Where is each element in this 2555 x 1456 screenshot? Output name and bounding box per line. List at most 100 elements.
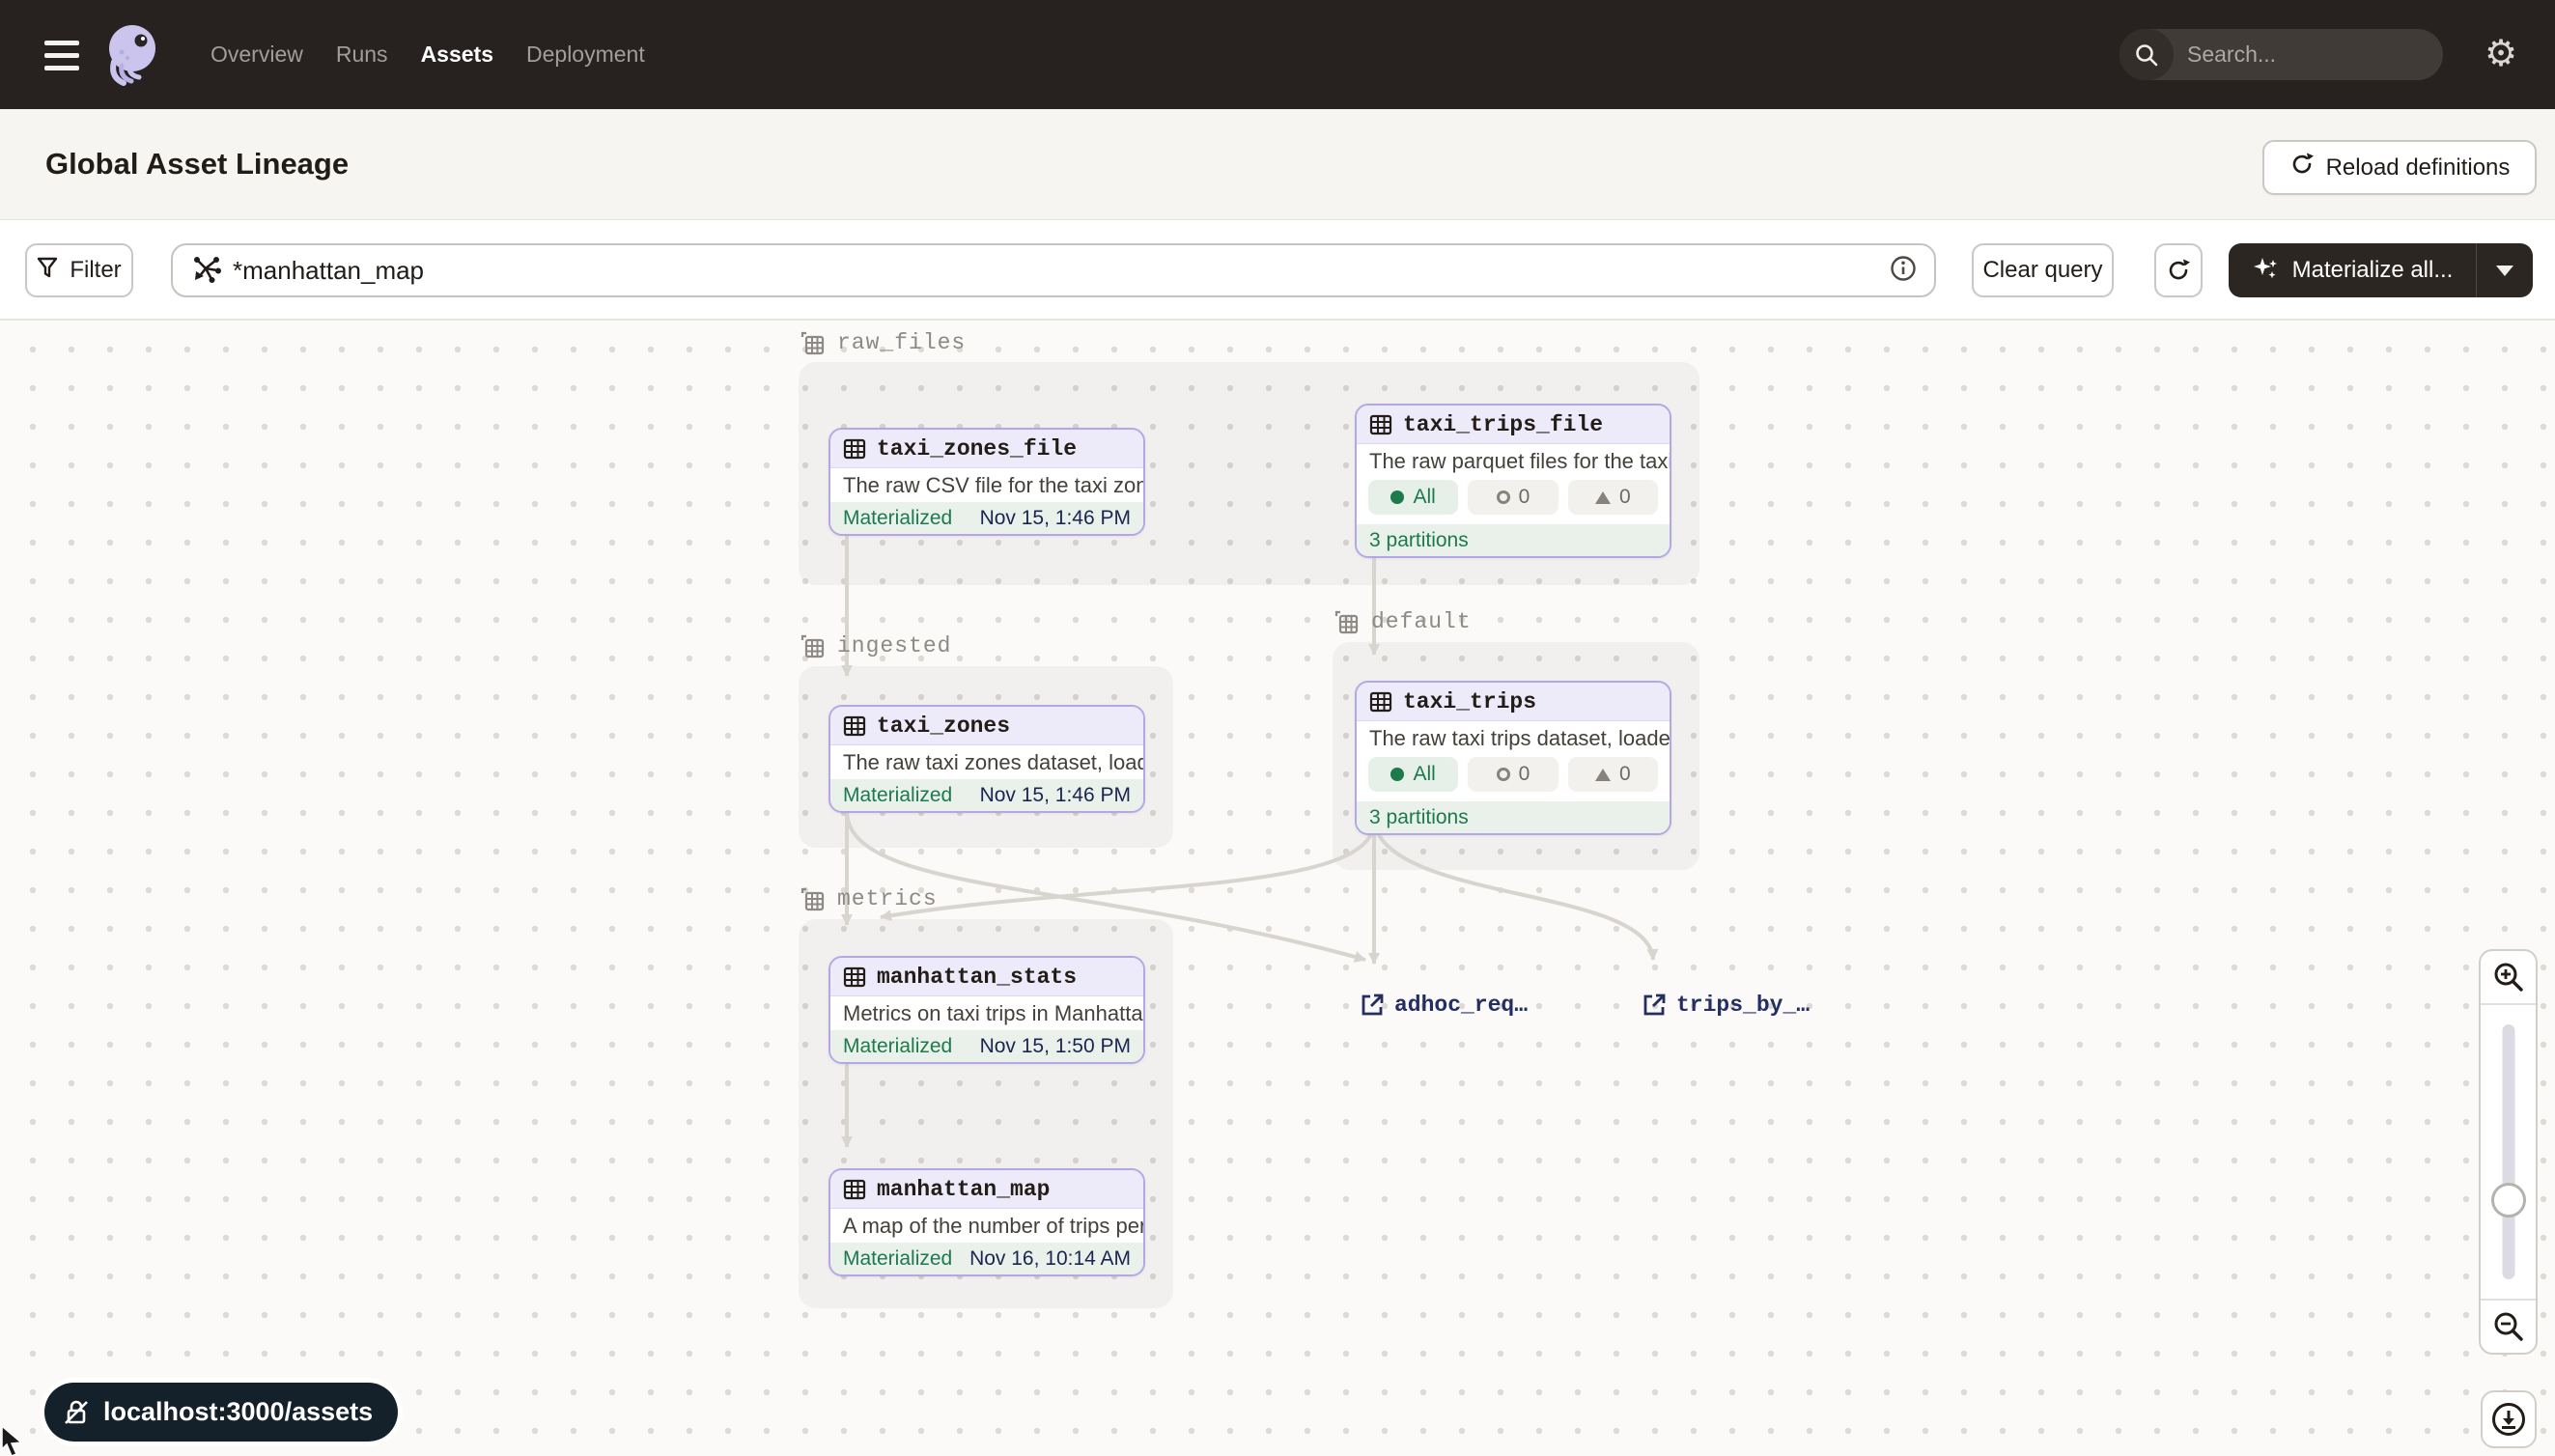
- partitions-failed-badge[interactable]: 0: [1568, 480, 1658, 515]
- table-icon: [843, 714, 866, 738]
- refresh-query-button[interactable]: [2154, 243, 2203, 297]
- dagster-global-asset-lineage: Overview Runs Assets Deployment / ⚙ Glob…: [0, 0, 2555, 1456]
- sparkle-icon: [2252, 256, 2281, 285]
- asset-description: The raw parquet files for the taxi trips…: [1357, 444, 1670, 478]
- group-label-default[interactable]: default: [1333, 605, 1472, 638]
- zoom-controls: [2479, 949, 2538, 1355]
- asset-node-taxi-trips-file[interactable]: taxi_trips_file The raw parquet files fo…: [1355, 404, 1671, 558]
- table-icon: [843, 437, 866, 461]
- asset-status-bar: Materialized Nov 16, 10:14 AM: [830, 1243, 1143, 1274]
- external-link-icon: [1642, 993, 1667, 1018]
- asset-description: The raw taxi trips dataset, loaded into …: [1357, 721, 1670, 755]
- download-icon: [2490, 1401, 2527, 1438]
- nav-links: Overview Runs Assets Deployment: [211, 0, 645, 109]
- external-asset-trips-by-week[interactable]: trips_by_…: [1642, 993, 1810, 1018]
- materialize-all-button[interactable]: Materialize all...: [2229, 243, 2533, 297]
- browser-status-bar: localhost:3000/assets: [44, 1383, 398, 1442]
- asset-node-taxi-zones-file[interactable]: taxi_zones_file The raw CSV file for the…: [828, 428, 1145, 536]
- external-asset-label: adhoc_req…: [1394, 993, 1528, 1018]
- materialize-options-caret[interactable]: [2477, 243, 2533, 297]
- triangle-icon: [1595, 491, 1611, 504]
- top-nav: Overview Runs Assets Deployment / ⚙: [0, 0, 2555, 109]
- partitions-missing-badge[interactable]: 0: [1468, 480, 1558, 515]
- clear-query-label: Clear query: [1982, 257, 2102, 284]
- partitions-materialized-badge[interactable]: All: [1368, 757, 1458, 792]
- page-title: Global Asset Lineage: [45, 147, 349, 182]
- circle-outline-icon: [1497, 768, 1510, 781]
- table-icon: [1369, 690, 1392, 714]
- nav-item-assets[interactable]: Assets: [421, 42, 493, 68]
- materialize-all-main[interactable]: Materialize all...: [2229, 243, 2476, 297]
- asset-node-manhattan-stats[interactable]: manhattan_stats Metrics on taxi trips in…: [828, 956, 1145, 1064]
- partitions-materialized-badge[interactable]: All: [1368, 480, 1458, 515]
- asset-status-bar: Materialized Nov 15, 1:46 PM: [830, 779, 1143, 811]
- filter-button[interactable]: Filter: [25, 243, 133, 297]
- table-icon: [843, 1178, 866, 1201]
- lineage-toolbar: Filter *manhattan_map: [0, 220, 2555, 321]
- asset-group-icon: [799, 632, 826, 659]
- external-asset-adhoc-request[interactable]: adhoc_req…: [1360, 993, 1528, 1018]
- status-label: Materialized: [843, 1035, 952, 1058]
- dot-icon: [1390, 490, 1404, 504]
- circle-outline-icon: [1497, 490, 1510, 504]
- nav-item-deployment[interactable]: Deployment: [526, 42, 645, 68]
- group-label-raw-files[interactable]: raw_files: [799, 326, 966, 359]
- asset-status-bar: 3 partitions: [1357, 524, 1670, 556]
- settings-gear-icon[interactable]: ⚙: [2482, 35, 2520, 73]
- dagster-logo-icon[interactable]: [100, 21, 166, 91]
- asset-name: taxi_zones_file: [877, 436, 1077, 462]
- asset-name: taxi_trips: [1403, 689, 1536, 714]
- zoom-slider-thumb[interactable]: [2491, 1183, 2526, 1218]
- reload-definitions-button[interactable]: Reload definitions: [2262, 140, 2537, 195]
- reload-definitions-label: Reload definitions: [2326, 154, 2511, 182]
- nav-item-runs[interactable]: Runs: [336, 42, 388, 68]
- global-search[interactable]: /: [2120, 29, 2443, 80]
- asset-name: taxi_zones: [877, 714, 1010, 739]
- zoom-slider[interactable]: [2481, 1005, 2536, 1299]
- asset-node-taxi-zones[interactable]: taxi_zones The raw taxi zones dataset, l…: [828, 705, 1145, 813]
- filter-funnel-icon: [37, 257, 58, 285]
- asset-group-icon: [799, 885, 826, 912]
- table-icon: [1369, 413, 1392, 436]
- filter-button-label: Filter: [70, 257, 121, 284]
- asset-description: The raw taxi zones dataset, loaded int..…: [830, 745, 1143, 779]
- nav-item-overview[interactable]: Overview: [211, 42, 303, 68]
- group-label-ingested[interactable]: ingested: [799, 630, 951, 662]
- zoom-in-icon: [2492, 961, 2525, 994]
- search-icon: [2120, 29, 2174, 80]
- query-info-icon[interactable]: [1890, 255, 1917, 287]
- partition-badges: All 0 0: [1357, 755, 1670, 801]
- group-name: raw_files: [837, 330, 966, 355]
- asset-query-input[interactable]: *manhattan_map: [171, 243, 1936, 297]
- insecure-lock-icon: [62, 1398, 91, 1427]
- chevron-down-icon: [2496, 266, 2513, 276]
- partitions-count: 3 partitions: [1369, 806, 1469, 829]
- zoom-in-button[interactable]: [2481, 951, 2536, 1005]
- hamburger-menu-icon[interactable]: [44, 37, 79, 73]
- asset-description: The raw CSV file for the taxi zones dat.…: [830, 468, 1143, 502]
- status-timestamp: Nov 15, 1:46 PM: [980, 507, 1131, 530]
- zoom-slider-track[interactable]: [2502, 1024, 2514, 1279]
- triangle-icon: [1595, 769, 1611, 781]
- group-label-metrics[interactable]: metrics: [799, 882, 938, 915]
- partitions-failed-badge[interactable]: 0: [1568, 757, 1658, 792]
- download-view-button[interactable]: [2481, 1390, 2537, 1448]
- partitions-missing-badge[interactable]: 0: [1468, 757, 1558, 792]
- status-timestamp: Nov 16, 10:14 AM: [969, 1247, 1131, 1271]
- clear-query-button[interactable]: Clear query: [1972, 243, 2114, 297]
- external-link-icon: [1360, 993, 1385, 1018]
- badge-label: 0: [1519, 763, 1530, 786]
- badge-label: 0: [1619, 763, 1631, 786]
- query-value[interactable]: *manhattan_map: [233, 256, 1890, 286]
- asset-node-taxi-trips[interactable]: taxi_trips The raw taxi trips dataset, l…: [1355, 681, 1671, 835]
- status-timestamp: Nov 15, 1:50 PM: [980, 1035, 1131, 1058]
- mouse-cursor: [0, 1426, 29, 1456]
- table-icon: [843, 966, 866, 989]
- zoom-out-button[interactable]: [2481, 1299, 2536, 1353]
- group-name: default: [1371, 609, 1472, 634]
- asset-group-icon: [799, 329, 826, 356]
- asset-node-manhattan-map[interactable]: manhattan_map A map of the number of tri…: [828, 1168, 1145, 1276]
- partition-badges: All 0 0: [1357, 478, 1670, 524]
- search-input[interactable]: [2174, 42, 2443, 68]
- status-label: Materialized: [843, 784, 952, 807]
